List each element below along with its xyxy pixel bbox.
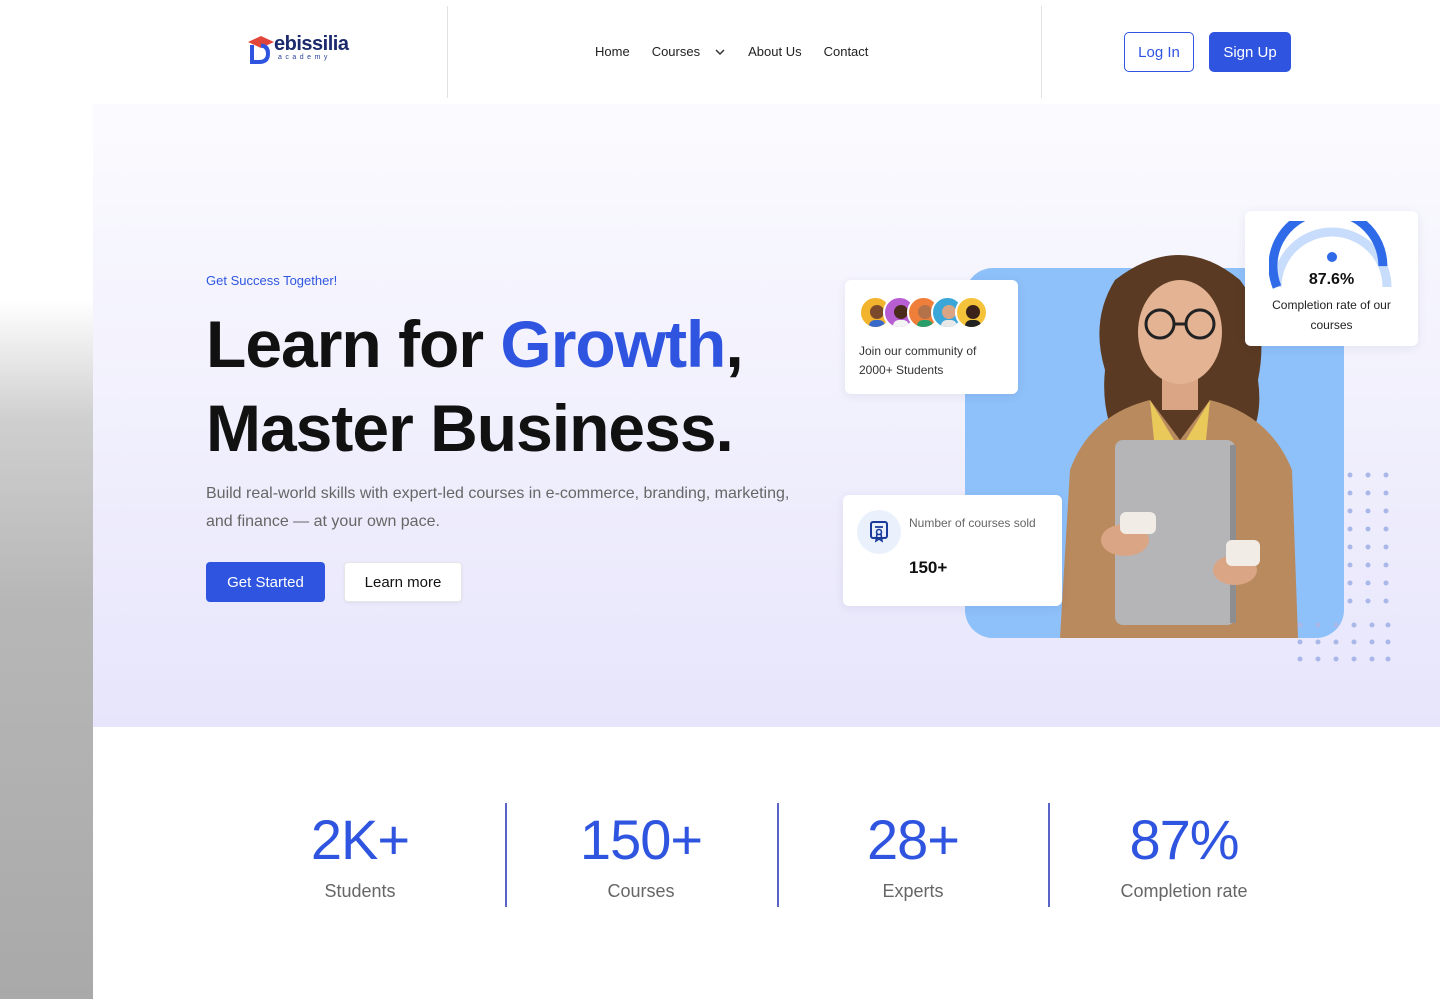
headline-part2: ,	[725, 307, 743, 381]
stat-label: Experts	[882, 881, 944, 901]
hero-tagline: Get Success Together!	[206, 273, 338, 288]
stat-value: 2K+	[310, 808, 410, 871]
stat-value: 150+	[579, 808, 703, 871]
logo-name: ebissilia	[274, 33, 349, 55]
stat-label: Completion rate	[1120, 881, 1248, 901]
stats-section: 2K+ Students 150+ Courses 28+ Experts 87…	[224, 803, 1320, 907]
nav-contact[interactable]: Contact	[824, 44, 869, 59]
main-nav: Home Courses About Us Contact	[595, 44, 868, 59]
stat-label: Courses	[607, 881, 675, 901]
stat-students: 2K+ Students	[224, 803, 496, 907]
completion-label: Completion rate of our courses	[1272, 298, 1391, 332]
header-divider-left	[447, 6, 448, 98]
nav-about[interactable]: About Us	[748, 44, 801, 59]
hero-headline: Learn for Growth, Master Business.	[206, 302, 744, 470]
stat-value: 87%	[1129, 808, 1239, 871]
logo[interactable]: ebissilia academy	[246, 33, 349, 68]
courses-sold-label: Number of courses sold	[909, 516, 1036, 530]
nav-courses-label: Courses	[651, 44, 701, 59]
stat-experts: 28+ Experts	[777, 803, 1049, 907]
avatar-group	[859, 296, 988, 329]
avatar	[955, 296, 988, 329]
certificate-icon	[857, 510, 901, 554]
stat-courses: 150+ Courses	[505, 803, 777, 907]
community-card: Join our community of 2000+ Students	[845, 280, 1018, 394]
get-started-button[interactable]: Get Started	[206, 562, 325, 602]
graduation-cap-icon	[246, 34, 276, 64]
signup-button[interactable]: Sign Up	[1209, 32, 1291, 72]
courses-sold-value: 150+	[909, 558, 948, 577]
login-button[interactable]: Log In	[1124, 32, 1194, 72]
courses-sold-card: Number of courses sold 150+	[843, 495, 1062, 606]
learn-more-button[interactable]: Learn more	[344, 562, 462, 602]
stat-value: 28+	[867, 808, 960, 871]
completion-card: 87.6% Completion rate of our courses	[1245, 211, 1418, 346]
nav-home[interactable]: Home	[595, 44, 630, 59]
nav-courses[interactable]: Courses	[652, 44, 726, 59]
chevron-down-icon	[715, 48, 725, 55]
headline-accent: Growth	[500, 307, 726, 381]
site-header: ebissilia academy Home Courses About Us …	[0, 0, 1440, 104]
headline-line2: Master Business.	[206, 391, 734, 465]
left-gray-strip	[0, 0, 93, 999]
header-divider-right	[1041, 6, 1042, 98]
stat-completion: 87% Completion rate	[1048, 803, 1320, 907]
logo-subtitle: academy	[278, 54, 331, 61]
completion-value: 87.6%	[1308, 271, 1355, 288]
stat-label: Students	[324, 881, 396, 901]
community-text: Join our community of 2000+ Students	[859, 344, 977, 377]
hero-subtext: Build real-world skills with expert-led …	[206, 485, 790, 530]
headline-part1: Learn for	[206, 307, 501, 381]
